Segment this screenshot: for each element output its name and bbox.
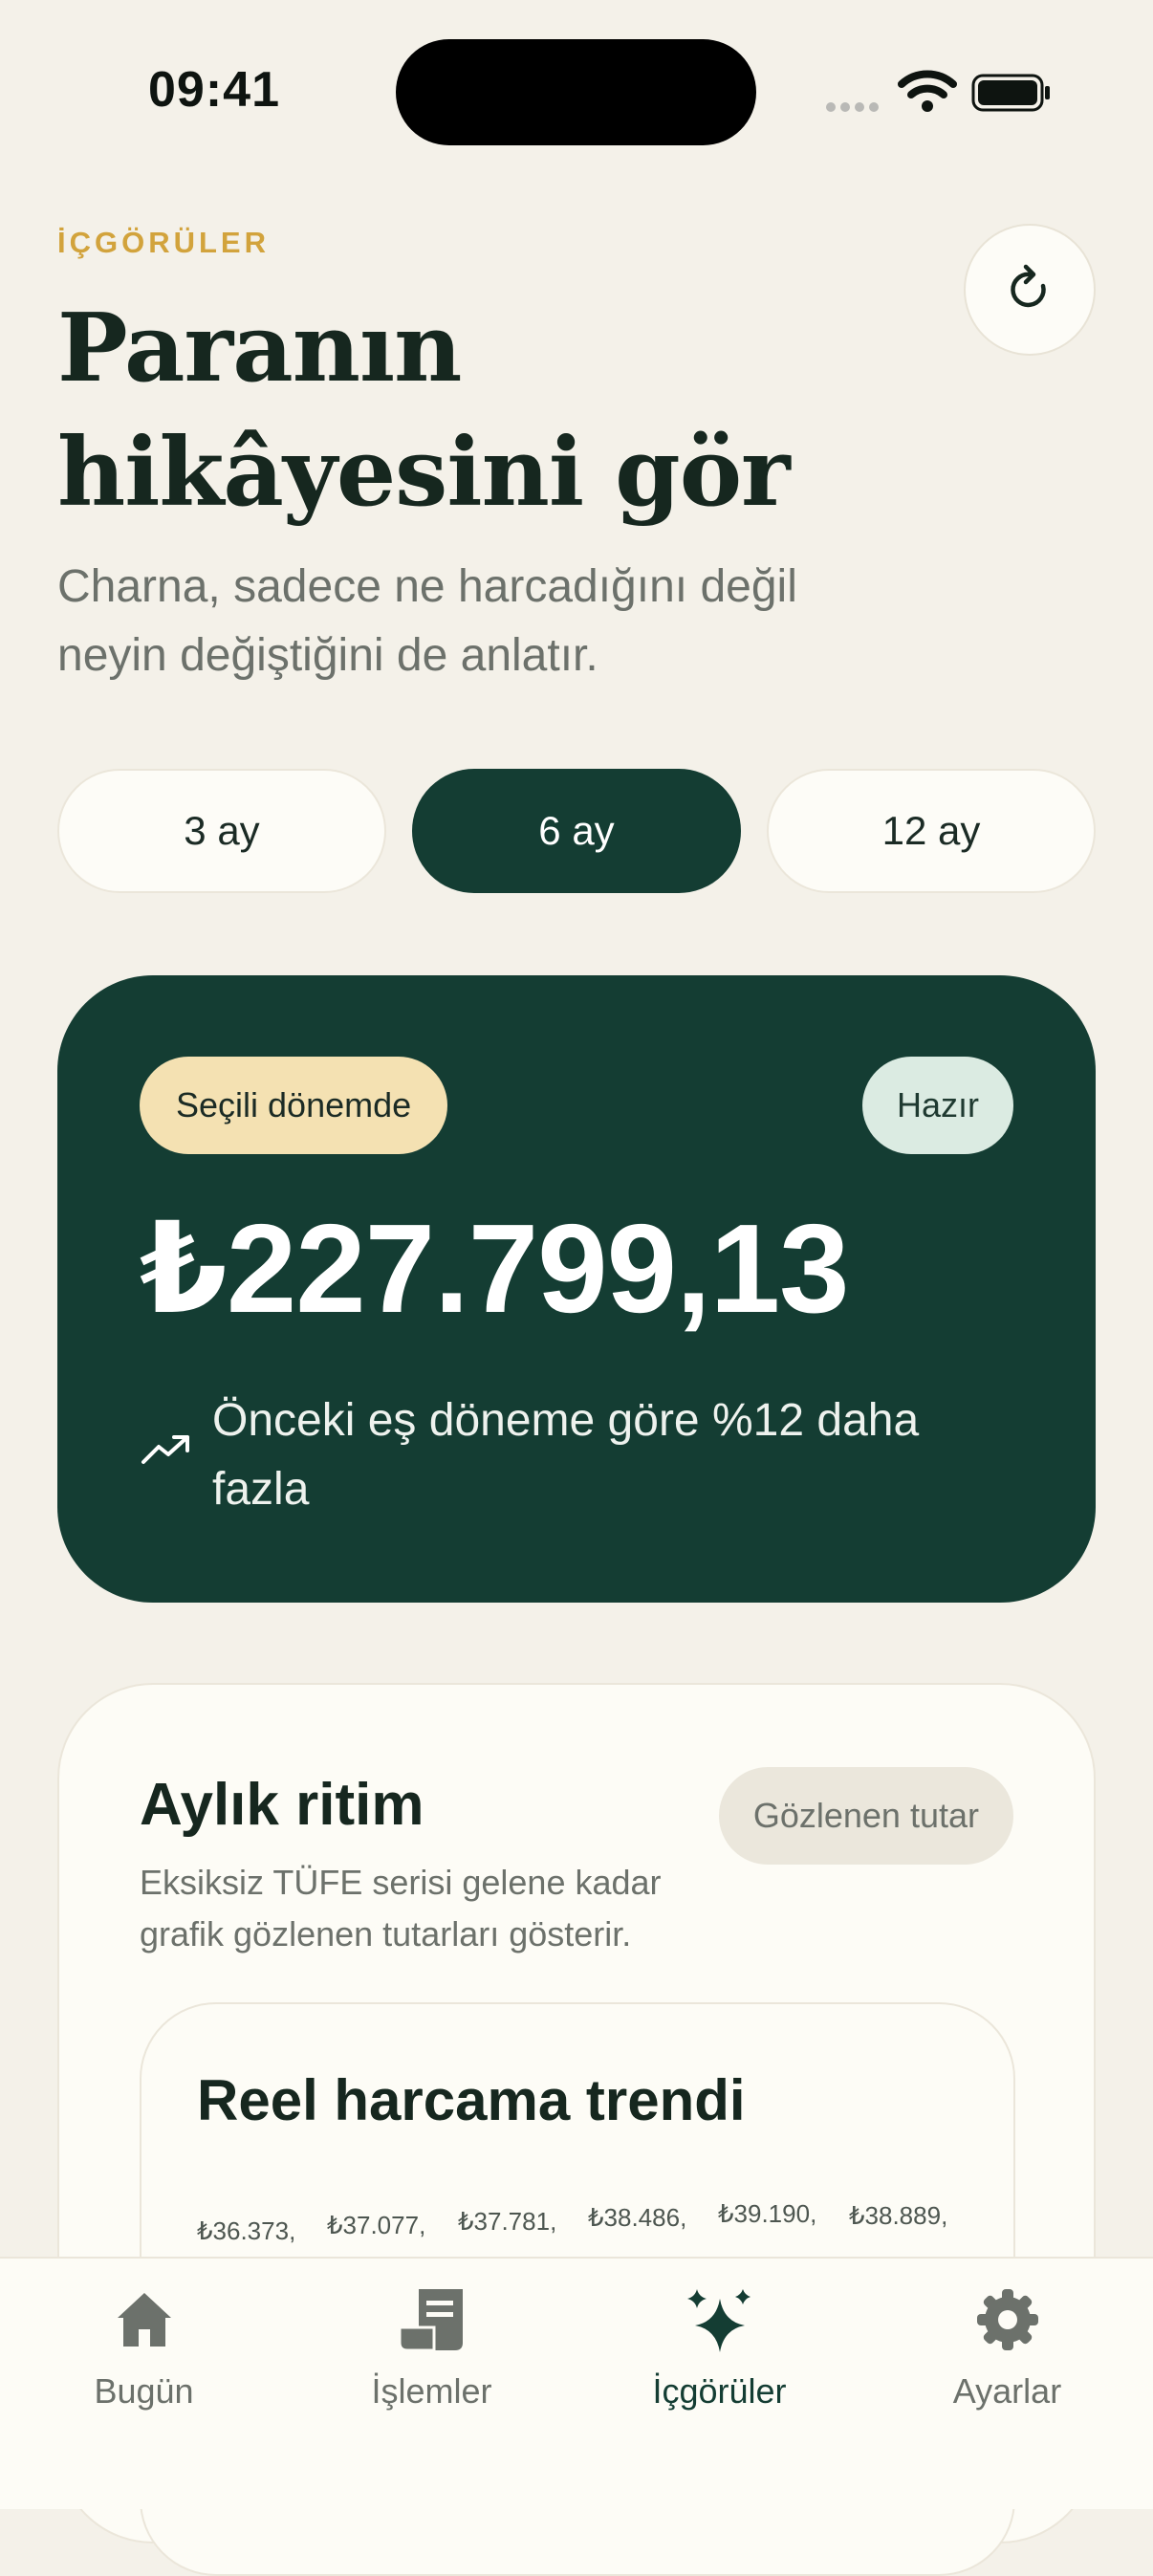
tab-bar: Bugün İşlemler İçgörüler Ayarlar (0, 2257, 1153, 2509)
dynamic-island (396, 39, 756, 145)
wifi-icon (898, 70, 957, 112)
tab-label: Bugün (94, 2371, 194, 2411)
page-title-line-1: Paranın (57, 294, 462, 404)
period-12-months-button[interactable]: 12 ay (767, 769, 1096, 893)
observed-amount-badge[interactable]: Gözlenen tutar (718, 1767, 1013, 1865)
period-6-months-button[interactable]: 6 ay (412, 769, 741, 893)
tab-label: İşlemler (371, 2371, 492, 2411)
spending-summary-card: Seçili dönemde Hazır ₺227.799,13 Önceki … (57, 975, 1096, 1603)
tab-settings[interactable]: Ayarlar (863, 2259, 1151, 2450)
battery-icon (971, 74, 1050, 112)
chart-data-label: ₺37.781, (458, 2207, 557, 2236)
tab-transactions[interactable]: İşlemler (288, 2259, 576, 2450)
tab-label: İçgörüler (652, 2371, 787, 2411)
status-time: 09:41 (148, 62, 280, 118)
rhythm-description: Eksiksiz TÜFE serisi gelene kadar grafik… (140, 1863, 662, 1954)
period-3-months-button[interactable]: 3 ay (57, 769, 386, 893)
chart-data-label: ₺39.190, (718, 2199, 817, 2228)
page-title: Paranın hikâyesini gör (57, 287, 918, 535)
cellular-signal-icon (826, 99, 883, 117)
page-title-line-2: hikâyesini gör (57, 418, 791, 528)
chart-data-label: ₺38.486, (588, 2203, 687, 2232)
tab-insights[interactable]: İçgörüler (576, 2259, 863, 2450)
home-icon (117, 2293, 171, 2347)
gear-icon (976, 2289, 1038, 2350)
page-subtitle: Charna, sadece ne harcadığını değil neyi… (57, 561, 797, 681)
selected-period-badge: Seçili dönemde (140, 1057, 448, 1154)
refresh-button[interactable] (964, 224, 1096, 356)
receipt-icon (398, 2289, 463, 2352)
tab-today[interactable]: Bugün (0, 2259, 288, 2450)
trend-up-icon (141, 1435, 189, 1464)
refresh-icon (1011, 264, 1046, 308)
trend-title: Reel harcama trendi (197, 2068, 746, 2132)
status-badge: Hazır (861, 1057, 1013, 1154)
tab-label: Ayarlar (952, 2371, 1062, 2411)
sparkles-icon (686, 2289, 751, 2352)
section-eyebrow: İÇGÖRÜLER (57, 226, 270, 259)
chart-data-label: ₺37.077, (327, 2211, 426, 2239)
chart-data-label: ₺38.889, (849, 2201, 948, 2230)
rhythm-title: Aylık ritim (140, 1772, 424, 1838)
chart-data-label: ₺36.373, (197, 2216, 296, 2245)
total-amount: ₺227.799,13 (140, 1198, 849, 1339)
comparison-text: Önceki eş döneme göre %12 daha fazla (212, 1395, 920, 1515)
